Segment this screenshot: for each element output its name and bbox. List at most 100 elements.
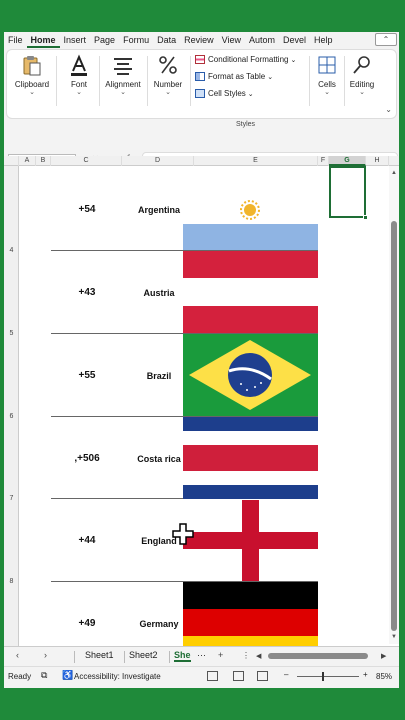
next-sheet-icon[interactable]: ›	[44, 650, 47, 660]
accessibility-icon[interactable]: ♿	[62, 670, 73, 681]
editing-button[interactable]: Editing ⌄	[347, 54, 377, 96]
zoom-in-icon[interactable]: +	[363, 670, 368, 679]
page-layout-view-icon[interactable]	[233, 671, 244, 681]
tab-developer[interactable]: Devel	[279, 32, 310, 48]
tab-formulas[interactable]: Formu	[119, 32, 153, 48]
ribbon-expand-icon[interactable]: ⌄	[385, 105, 392, 114]
chevron-down-icon: ⌄	[76, 89, 82, 96]
status-ready: Ready	[8, 672, 32, 681]
flag-austria[interactable]	[183, 251, 318, 333]
column-header-b[interactable]: B	[36, 156, 51, 166]
column-header-d[interactable]: D	[122, 156, 194, 166]
page-break-view-icon[interactable]	[257, 671, 268, 681]
row-header-5[interactable]: 5	[4, 330, 19, 337]
cell-styles-label: Cell Styles	[208, 89, 246, 98]
country-cell[interactable]: Austria	[128, 288, 190, 298]
country-cell[interactable]: Germany	[128, 619, 190, 629]
percent-icon	[159, 56, 177, 74]
scroll-right-icon[interactable]: ▶	[381, 652, 386, 660]
tab-view[interactable]: View	[218, 32, 245, 48]
chevron-up-icon[interactable]: ⌃	[375, 33, 397, 46]
column-header-a[interactable]: A	[19, 156, 36, 166]
zoom-slider-handle[interactable]	[322, 672, 324, 681]
alignment-label: Alignment	[105, 80, 141, 89]
horizontal-scrollbar[interactable]	[268, 652, 390, 660]
cells-button[interactable]: Cells ⌄	[313, 54, 341, 96]
scroll-down-icon[interactable]: ▼	[391, 634, 397, 640]
macro-record-icon[interactable]: ⧉	[41, 670, 47, 681]
ribbon-tab-bar: File Home Insert Page Formu Data Review …	[4, 32, 399, 48]
more-sheets-button[interactable]: ···	[197, 650, 206, 660]
column-header-h[interactable]: H	[366, 156, 389, 166]
format-as-table-button[interactable]: Format as Table ⌄	[195, 72, 273, 81]
fill-handle[interactable]	[363, 215, 368, 220]
tab-insert[interactable]: Insert	[60, 32, 91, 48]
selected-cell-g4[interactable]	[329, 166, 368, 220]
row-header-6[interactable]: 6	[4, 413, 19, 420]
tab-data[interactable]: Data	[153, 32, 180, 48]
editing-label: Editing	[349, 80, 375, 89]
tab-help[interactable]: Help	[310, 32, 337, 48]
tab-home[interactable]: Home	[26, 32, 60, 48]
sheet-tab-active[interactable]: She	[174, 650, 191, 662]
excel-window: File Home Insert Page Formu Data Review …	[4, 32, 399, 688]
zoom-level[interactable]: 85%	[376, 672, 392, 681]
row-header-4[interactable]: 4	[4, 247, 19, 254]
code-cell[interactable]: +43	[64, 287, 110, 298]
number-button[interactable]: Number ⌄	[149, 54, 187, 96]
column-header-e[interactable]: E	[194, 156, 318, 166]
tab-options-icon[interactable]: ⋮	[242, 651, 250, 660]
flag-costa-rica[interactable]	[183, 417, 318, 499]
divider	[147, 56, 148, 106]
scrollbar-thumb[interactable]	[391, 221, 397, 631]
sheet-tab-2[interactable]: Sheet2	[129, 650, 158, 660]
code-cell[interactable]: +44	[64, 535, 110, 546]
scroll-left-icon[interactable]: ◀	[256, 652, 261, 660]
font-label: Font	[70, 80, 87, 89]
row-header-7[interactable]: 7	[4, 495, 19, 502]
flag-argentina[interactable]	[183, 200, 318, 250]
add-sheet-icon[interactable]: +	[218, 650, 223, 660]
flag-england[interactable]	[183, 500, 318, 581]
vertical-scrollbar[interactable]: ▲ ▼	[389, 166, 399, 644]
alignment-button[interactable]: Alignment ⌄	[101, 54, 145, 96]
scroll-up-icon[interactable]: ▲	[391, 170, 397, 176]
font-button[interactable]: Font ⌄	[61, 54, 97, 96]
tab-page-layout[interactable]: Page	[90, 32, 119, 48]
sheet-tab-1[interactable]: Sheet1	[85, 650, 114, 660]
flag-brazil[interactable]	[183, 334, 318, 416]
column-header-g[interactable]: G	[329, 156, 366, 166]
tab-review[interactable]: Review	[180, 32, 218, 48]
chevron-down-icon: ⌄	[359, 89, 365, 96]
tab-automate[interactable]: Autom	[245, 32, 279, 48]
flag-argentina-image	[183, 200, 318, 250]
country-cell[interactable]: Brazil	[128, 371, 190, 381]
chevron-down-icon: ⌄	[120, 89, 126, 96]
chevron-down-icon: ⌄	[29, 89, 35, 96]
tab-file[interactable]: File	[4, 32, 27, 48]
hscroll-thumb[interactable]	[268, 653, 368, 659]
cell-cursor-icon	[172, 523, 194, 545]
select-all-corner[interactable]	[4, 156, 19, 166]
zoom-out-icon[interactable]: –	[284, 670, 288, 679]
number-label: Number	[153, 80, 183, 89]
code-cell[interactable]: ,+506	[64, 453, 110, 464]
cell-styles-button[interactable]: Cell Styles ⌄	[195, 89, 254, 98]
accessibility-status[interactable]: Accessibility: Investigate	[74, 672, 161, 681]
code-cell[interactable]: +54	[64, 204, 110, 215]
country-cell[interactable]: Argentina	[128, 205, 190, 215]
zoom-slider[interactable]	[297, 676, 359, 677]
column-header-f[interactable]: F	[318, 156, 329, 166]
clipboard-button[interactable]: Clipboard ⌄	[13, 54, 51, 96]
code-cell[interactable]: +55	[64, 370, 110, 381]
code-cell[interactable]: +49	[64, 618, 110, 629]
country-cell[interactable]: Costa rica	[128, 454, 190, 464]
styles-group-label: Styles	[236, 121, 256, 128]
conditional-formatting-button[interactable]: Conditional Formatting ⌄	[195, 55, 296, 64]
prev-sheet-icon[interactable]: ‹	[16, 650, 19, 660]
worksheet-grid[interactable]: A B C D E F G H 4 5 6 7 8 9 10 +54 Argen…	[4, 156, 399, 675]
chevron-down-icon: ⌄	[247, 90, 254, 98]
normal-view-icon[interactable]	[207, 671, 218, 681]
column-header-c[interactable]: C	[51, 156, 122, 166]
row-header-8[interactable]: 8	[4, 578, 19, 585]
